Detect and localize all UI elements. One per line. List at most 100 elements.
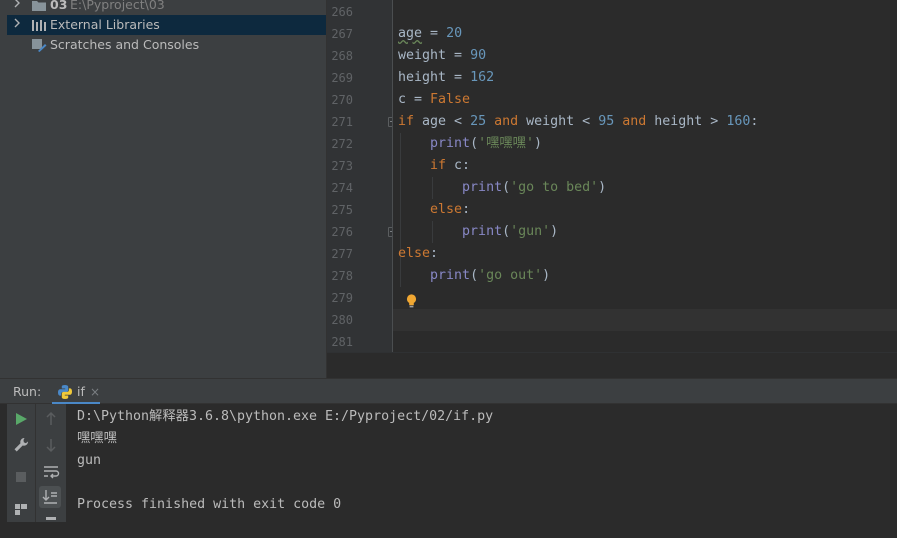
code-token: :	[462, 202, 471, 217]
soft-wrap-icon[interactable]	[40, 461, 62, 483]
code-token: False	[430, 92, 471, 107]
line-number: 279	[331, 291, 353, 305]
line-number: 276	[331, 225, 353, 239]
line-number: 266	[331, 5, 353, 19]
tree-item-scratches[interactable]: Scratches and Consoles	[7, 35, 326, 55]
code-token: 162	[470, 70, 495, 85]
code-token: weight <	[518, 114, 599, 129]
code-token: c =	[398, 92, 431, 107]
line-number: 270	[331, 93, 353, 107]
line-number: 277	[331, 247, 353, 261]
code-token: 'go out'	[478, 268, 543, 283]
print-icon[interactable]	[40, 512, 62, 534]
python-icon	[57, 384, 73, 404]
editor-gutter[interactable]: 266 267 268 269 270 271 272 273 274 275 276 277 278 2…	[327, 0, 398, 352]
tree-item-03[interactable]: 03 E:\Pyproject\03	[7, 0, 326, 15]
tree-item-path: E:\Pyproject\03	[70, 0, 165, 12]
code-line: else:	[398, 199, 470, 221]
line-number: 268	[331, 49, 353, 63]
code-token: 90	[470, 48, 487, 63]
run-toolbar-secondary	[35, 404, 66, 522]
stop-icon[interactable]	[10, 466, 32, 488]
folder-icon	[31, 0, 47, 12]
run-toolbar-primary	[7, 404, 35, 522]
code-line: weight = 90	[398, 45, 486, 67]
console-line: 嘿嘿嘿	[77, 431, 117, 446]
tree-item-label: Scratches and Consoles	[50, 37, 200, 52]
code-token: else	[430, 202, 463, 217]
code-token: if	[398, 114, 415, 129]
code-token: c:	[446, 158, 471, 173]
code-token: )	[533, 136, 542, 151]
code-token: else	[398, 246, 431, 261]
code-token: '嘿嘿嘿'	[478, 136, 534, 151]
run-console[interactable]: D:\Python解释器3.6.8\python.exe E:/Pyprojec…	[66, 404, 897, 522]
line-number: 278	[331, 269, 353, 283]
code-token: 'gun'	[510, 224, 551, 239]
code-token: height =	[398, 70, 471, 85]
lightbulb-icon[interactable]	[406, 293, 417, 308]
run-tab-if[interactable]: if ×	[52, 379, 100, 405]
code-token: 20	[446, 26, 463, 41]
library-icon	[31, 18, 47, 32]
settings-wrench-icon[interactable]	[10, 434, 32, 456]
code-line: print('go out')	[398, 265, 550, 287]
down-arrow-icon[interactable]	[40, 434, 62, 456]
code-token: 25	[470, 114, 487, 129]
code-token: =	[422, 26, 447, 41]
console-line: Process finished with exit code 0	[77, 497, 342, 512]
code-token: (	[470, 136, 479, 151]
rerun-icon[interactable]	[10, 408, 32, 430]
code-token: 160	[726, 114, 751, 129]
up-arrow-icon[interactable]	[40, 408, 62, 430]
code-token: height >	[646, 114, 727, 129]
code-line: if age < 25 and weight < 95 and height >…	[398, 111, 758, 133]
chevron-right-icon[interactable]	[13, 15, 23, 35]
project-tree-panel: 03 E:\Pyproject\03 External Libraries Sc…	[7, 0, 326, 378]
console-line: gun	[77, 453, 102, 468]
code-token: 95	[598, 114, 615, 129]
code-token: and	[622, 114, 647, 129]
scratches-icon	[31, 38, 47, 52]
code-line: print('gun')	[398, 221, 558, 243]
code-token: (	[502, 224, 511, 239]
code-token: weight =	[398, 48, 471, 63]
code-token: print	[430, 136, 471, 151]
line-number: 273	[331, 159, 353, 173]
editor-bottom-area	[327, 352, 897, 379]
code-line: else:	[398, 243, 438, 265]
code-token: :	[750, 114, 759, 129]
code-token: )	[542, 268, 551, 283]
run-toolwindow-header: Run: if ×	[0, 378, 897, 405]
code-token: age <	[414, 114, 471, 129]
scroll-to-end-icon[interactable]	[39, 486, 61, 508]
line-number: 269	[331, 71, 353, 85]
code-token: (	[470, 268, 479, 283]
line-number: 275	[331, 203, 353, 217]
run-title: Run:	[13, 384, 42, 399]
tree-item-name: 03	[50, 0, 68, 12]
code-editor[interactable]: age = 20 weight = 90 height = 162 c = False…	[393, 0, 897, 352]
tree-item-label: External Libraries	[50, 17, 160, 32]
console-line: D:\Python解释器3.6.8\python.exe E:/Pyprojec…	[77, 409, 494, 424]
layout-icon[interactable]	[10, 498, 32, 520]
tree-item-external-libraries[interactable]: External Libraries	[7, 15, 326, 35]
code-token: print	[462, 180, 503, 195]
chevron-right-icon[interactable]	[13, 0, 23, 15]
line-number: 281	[331, 335, 353, 349]
code-token: )	[550, 224, 559, 239]
line-number: 272	[331, 137, 353, 151]
line-number: 271	[331, 115, 353, 129]
code-token: print	[430, 268, 471, 283]
code-line: c = False	[398, 89, 470, 111]
line-number: 280	[331, 313, 353, 327]
code-token: if	[430, 158, 447, 173]
caret-line-highlight	[393, 309, 897, 331]
code-line: print('go to bed')	[398, 177, 606, 199]
